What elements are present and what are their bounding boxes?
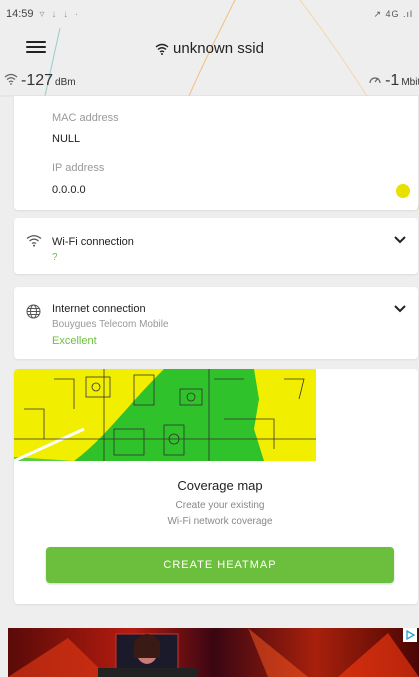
chevron-down-icon[interactable] <box>394 305 406 313</box>
link-speed-value: -1 <box>385 72 400 89</box>
link-speed-unit: Mbit/ <box>401 77 419 88</box>
coverage-map-card: Coverage map Create your existing Wi-Fi … <box>14 369 418 604</box>
create-heatmap-button[interactable]: CREATE HEATMAP <box>46 547 394 583</box>
wifi-icon <box>155 43 169 55</box>
globe-icon <box>26 304 41 319</box>
ad-choices-icon[interactable] <box>403 628 417 642</box>
signal-strength-unit: dBm <box>55 77 76 88</box>
wifi-connection-card[interactable]: Wi-Fi connection ? <box>14 218 418 274</box>
internet-connection-title: Internet connection <box>52 303 146 315</box>
chevron-down-icon[interactable] <box>394 236 406 244</box>
status-time: 14:59 <box>6 8 34 20</box>
app-header: unknown ssid <box>0 28 419 70</box>
signal-strength: -127 dBm <box>4 72 76 90</box>
coverage-subtitle-line2: Wi-Fi network coverage <box>167 516 273 527</box>
status-right-icons: ↗ 4G .ıl <box>373 8 413 19</box>
status-indicators: ▿ ↓ ↓ · <box>39 8 81 20</box>
status-bar: 14:59 ▿ ↓ ↓ · ↗ 4G .ıl <box>0 0 419 28</box>
signal-wifi-icon <box>4 73 18 85</box>
signal-strength-value: -127 <box>21 72 54 89</box>
internet-quality: Excellent <box>52 335 97 347</box>
mac-label: MAC address <box>52 112 119 124</box>
ad-banner[interactable] <box>8 628 419 677</box>
wifi-connection-status: ? <box>52 252 58 263</box>
mac-value: NULL <box>52 133 81 145</box>
heatmap-preview-image <box>14 369 316 461</box>
speedometer-icon <box>369 77 381 84</box>
wifi-icon <box>26 235 42 247</box>
signal-row: -127 dBm -1 Mbit/ <box>0 70 419 96</box>
ip-value: 0.0.0.0 <box>52 184 86 196</box>
wifi-connection-title: Wi-Fi connection <box>52 236 134 248</box>
page-title: unknown ssid <box>0 40 419 57</box>
coverage-title: Coverage map <box>177 478 263 493</box>
status-dot <box>396 184 410 198</box>
ip-label: IP address <box>52 162 105 174</box>
ad-image <box>8 628 419 677</box>
coverage-subtitle-line1: Create your existing <box>175 500 265 511</box>
link-speed: -1 Mbit/ <box>368 72 419 90</box>
internet-connection-card[interactable]: Internet connection Bouygues Telecom Mob… <box>14 287 418 359</box>
internet-provider: Bouygues Telecom Mobile <box>52 319 169 330</box>
ssid-label: unknown ssid <box>173 40 264 57</box>
network-info-card: MAC address NULL IP address 0.0.0.0 <box>14 96 418 210</box>
